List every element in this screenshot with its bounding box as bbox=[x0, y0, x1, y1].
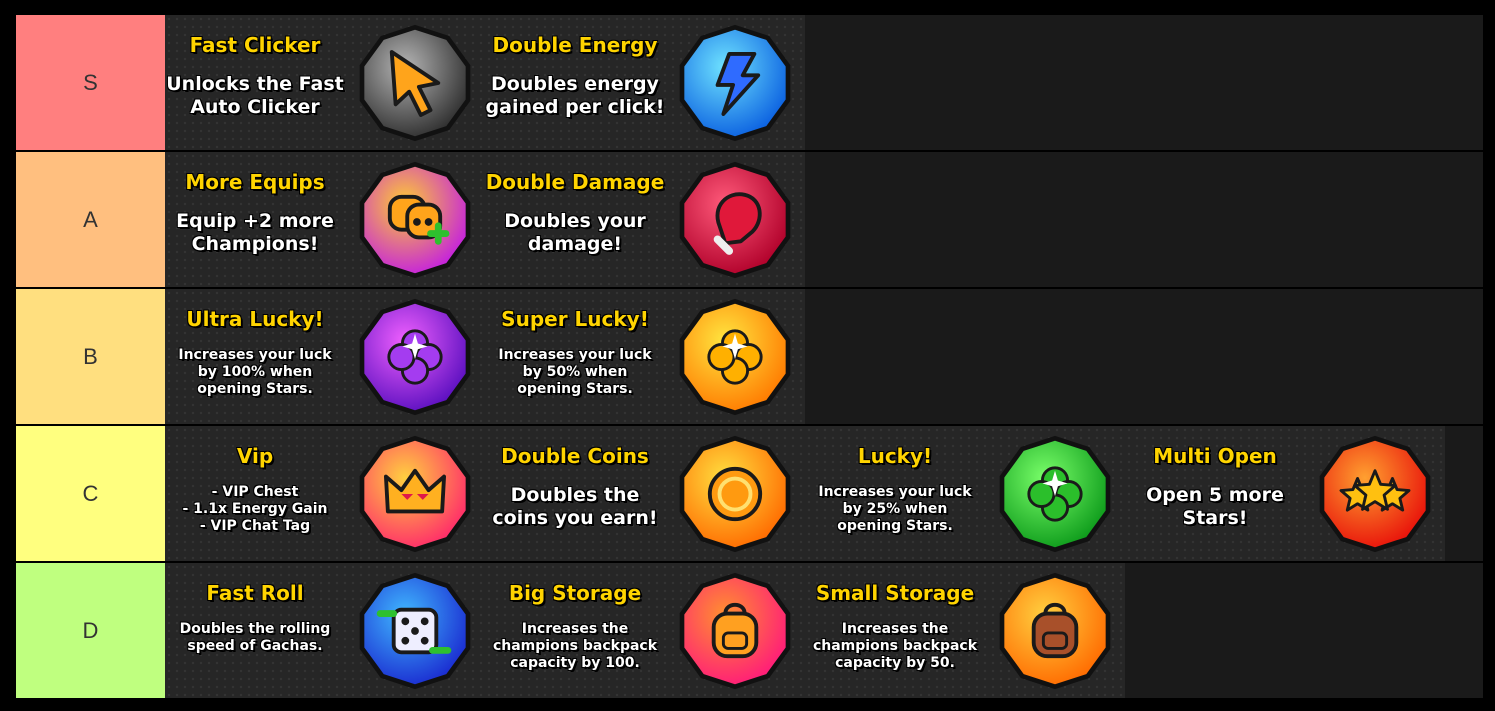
item-badge bbox=[665, 15, 805, 150]
crown-icon bbox=[359, 435, 471, 552]
item-description: Equip +2 more Champions! bbox=[176, 210, 334, 255]
item-badge bbox=[665, 152, 805, 287]
item-description: Increases your luck by 50% when opening … bbox=[498, 347, 652, 397]
tier-item-card[interactable]: Double Coins Doubles the coins you earn! bbox=[485, 426, 805, 561]
item-badge bbox=[985, 563, 1125, 698]
tier-row-a: A More Equips Equip +2 more Champions! Dou… bbox=[16, 152, 1483, 287]
tier-item-card[interactable]: Big Storage Increases the champions backp… bbox=[485, 563, 805, 698]
item-badge bbox=[665, 563, 805, 698]
coin-icon bbox=[679, 435, 791, 552]
item-text: Vip - VIP Chest - 1.1x Energy Gain - VIP … bbox=[165, 426, 345, 561]
item-title: Double Energy bbox=[492, 33, 658, 57]
tier-row-b: B Ultra Lucky! Increases your luck by 100%… bbox=[16, 289, 1483, 424]
item-text: Double Energy Doubles energy gained per c… bbox=[485, 15, 665, 150]
item-badge bbox=[665, 426, 805, 561]
item-title: Big Storage bbox=[508, 581, 642, 605]
tier-row-c: C Vip - VIP Chest - 1.1x Energy Gain - VIP… bbox=[16, 426, 1483, 561]
item-title: Vip bbox=[236, 444, 274, 468]
item-title: Small Storage bbox=[815, 581, 975, 605]
item-text: More Equips Equip +2 more Champions! bbox=[165, 152, 345, 287]
item-text: Fast Clicker Unlocks the Fast Auto Clicke… bbox=[165, 15, 345, 150]
champions-plus-icon bbox=[359, 161, 471, 278]
item-title: Fast Clicker bbox=[189, 33, 321, 57]
tier-item-card[interactable]: Small Storage Increases the champions bac… bbox=[805, 563, 1125, 698]
orange-backpack-icon bbox=[679, 572, 791, 689]
item-title: Double Coins bbox=[501, 444, 649, 468]
item-title: Fast Roll bbox=[206, 581, 304, 605]
item-badge bbox=[665, 289, 805, 424]
tier-item-card[interactable]: Super Lucky! Increases your luck by 50% w… bbox=[485, 289, 805, 424]
tier-label[interactable]: C bbox=[16, 426, 165, 561]
item-description: Increases your luck by 100% when opening… bbox=[178, 347, 332, 397]
tier-items: More Equips Equip +2 more Champions! Doub… bbox=[165, 152, 805, 287]
item-description: Doubles the rolling speed of Gachas. bbox=[179, 621, 331, 654]
item-badge bbox=[345, 289, 485, 424]
item-badge bbox=[985, 426, 1125, 561]
item-text: Multi Open Open 5 more Stars! bbox=[1125, 426, 1305, 561]
item-description: Doubles the coins you earn! bbox=[492, 484, 658, 529]
tier-item-card[interactable]: Vip - VIP Chest - 1.1x Energy Gain - VIP … bbox=[165, 426, 485, 561]
item-description: Open 5 more Stars! bbox=[1146, 484, 1284, 529]
item-description: Doubles energy gained per click! bbox=[485, 73, 665, 118]
item-text: Lucky! Increases your luck by 25% when op… bbox=[805, 426, 985, 561]
item-text: Small Storage Increases the champions bac… bbox=[805, 563, 985, 698]
tier-items: Fast Clicker Unlocks the Fast Auto Clicke… bbox=[165, 15, 805, 150]
item-description: Increases the champions backpack capacit… bbox=[812, 621, 978, 671]
item-title: Multi Open bbox=[1153, 444, 1277, 468]
item-text: Double Coins Doubles the coins you earn! bbox=[485, 426, 665, 561]
item-badge bbox=[345, 563, 485, 698]
item-badge bbox=[345, 426, 485, 561]
tier-label[interactable]: B bbox=[16, 289, 165, 424]
tier-item-card[interactable]: Fast Roll Doubles the rolling speed of Ga… bbox=[165, 563, 485, 698]
stars-icon bbox=[1319, 435, 1431, 552]
item-title: Lucky! bbox=[857, 444, 933, 468]
purple-clover-icon bbox=[359, 298, 471, 415]
item-title: More Equips bbox=[185, 170, 325, 194]
boxing-glove-icon bbox=[679, 161, 791, 278]
brown-backpack-icon bbox=[999, 572, 1111, 689]
tier-items: Vip - VIP Chest - 1.1x Energy Gain - VIP … bbox=[165, 426, 1445, 561]
lightning-icon bbox=[679, 24, 791, 141]
dice-icon bbox=[359, 572, 471, 689]
item-description: Increases your luck by 25% when opening … bbox=[818, 484, 972, 534]
item-description: Unlocks the Fast Auto Clicker bbox=[166, 73, 344, 118]
tier-items: Ultra Lucky! Increases your luck by 100% … bbox=[165, 289, 805, 424]
green-clover-icon bbox=[999, 435, 1111, 552]
cursor-icon bbox=[359, 24, 471, 141]
item-text: Double Damage Doubles your damage! bbox=[485, 152, 665, 287]
item-badge bbox=[1305, 426, 1445, 561]
item-description: - VIP Chest - 1.1x Energy Gain - VIP Cha… bbox=[182, 484, 328, 534]
item-title: Ultra Lucky! bbox=[186, 307, 324, 331]
item-title: Double Damage bbox=[485, 170, 665, 194]
item-description: Doubles your damage! bbox=[504, 210, 646, 255]
tier-item-card[interactable]: Multi Open Open 5 more Stars! bbox=[1125, 426, 1445, 561]
item-title: Super Lucky! bbox=[501, 307, 649, 331]
tier-label[interactable]: D bbox=[16, 563, 165, 698]
tier-label[interactable]: A bbox=[16, 152, 165, 287]
tier-item-card[interactable]: Lucky! Increases your luck by 25% when op… bbox=[805, 426, 1125, 561]
tier-item-card[interactable]: More Equips Equip +2 more Champions! bbox=[165, 152, 485, 287]
tier-item-card[interactable]: Fast Clicker Unlocks the Fast Auto Clicke… bbox=[165, 15, 485, 150]
item-text: Fast Roll Doubles the rolling speed of Ga… bbox=[165, 563, 345, 698]
item-text: Super Lucky! Increases your luck by 50% w… bbox=[485, 289, 665, 424]
item-badge bbox=[345, 152, 485, 287]
item-text: Big Storage Increases the champions backp… bbox=[485, 563, 665, 698]
tier-row-s: S Fast Clicker Unlocks the Fast Auto Click… bbox=[16, 15, 1483, 150]
tier-items: Fast Roll Doubles the rolling speed of Ga… bbox=[165, 563, 1125, 698]
item-badge bbox=[345, 15, 485, 150]
tier-list: S Fast Clicker Unlocks the Fast Auto Click… bbox=[16, 15, 1483, 698]
item-text: Ultra Lucky! Increases your luck by 100% … bbox=[165, 289, 345, 424]
item-description: Increases the champions backpack capacit… bbox=[492, 621, 658, 671]
tier-item-card[interactable]: Double Damage Doubles your damage! bbox=[485, 152, 805, 287]
tier-row-d: D Fast Roll Doubles the rolling speed of G… bbox=[16, 563, 1483, 698]
tier-item-card[interactable]: Ultra Lucky! Increases your luck by 100% … bbox=[165, 289, 485, 424]
gold-clover-icon bbox=[679, 298, 791, 415]
tier-label[interactable]: S bbox=[16, 15, 165, 150]
tier-item-card[interactable]: Double Energy Doubles energy gained per c… bbox=[485, 15, 805, 150]
